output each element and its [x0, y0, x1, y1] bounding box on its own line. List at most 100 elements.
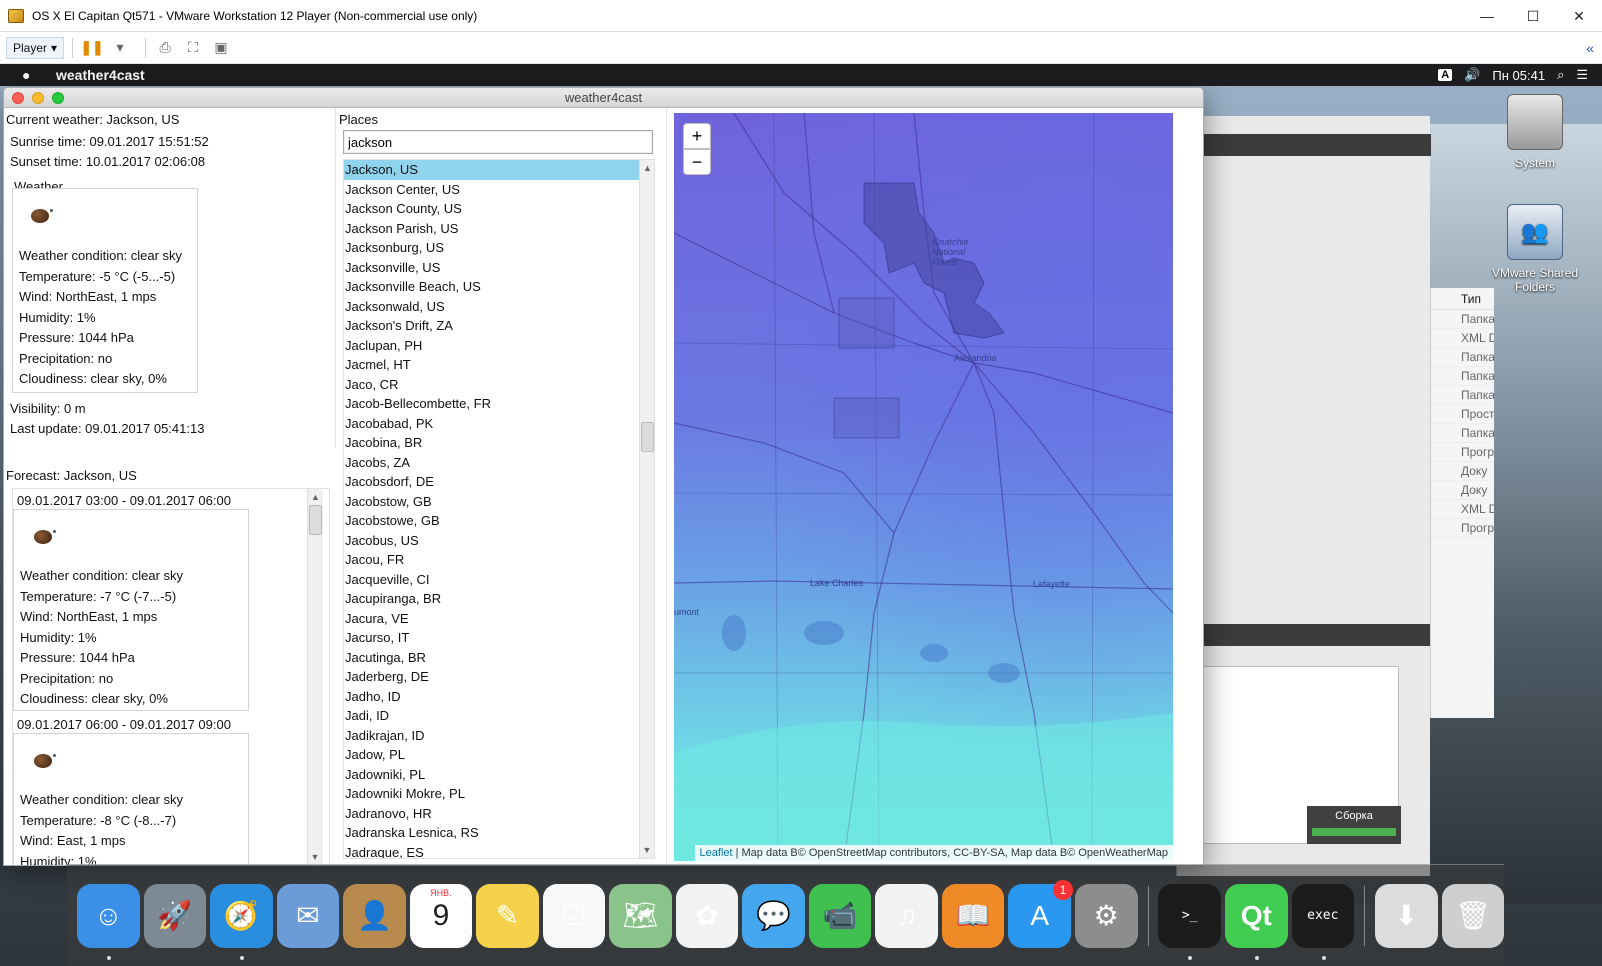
place-list-item[interactable]: Jacksonburg, US — [344, 238, 654, 258]
place-list-item[interactable]: Jacutinga, BR — [344, 648, 654, 668]
place-list-item[interactable]: Jackson Parish, US — [344, 219, 654, 239]
fullscreen-icon[interactable]: ⛶ — [182, 37, 204, 59]
dock-photos-icon[interactable]: ✿ — [675, 883, 739, 948]
apple-menu-icon[interactable]: ● — [22, 67, 36, 83]
place-list-item[interactable]: Jacob-Bellecombette, FR — [344, 394, 654, 414]
desktop-icon-system[interactable]: System — [1480, 94, 1590, 170]
place-list-item[interactable]: Jacura, VE — [344, 609, 654, 629]
pause-icon[interactable]: ❚❚ — [80, 37, 103, 59]
places-scrollbar[interactable]: ▲ ▼ — [639, 160, 654, 858]
place-list-item[interactable]: Jacobus, US — [344, 531, 654, 551]
volume-icon[interactable]: 🔊 — [1464, 67, 1480, 83]
place-list-item[interactable]: Jackson Center, US — [344, 180, 654, 200]
place-list-item[interactable]: Jackson County, US — [344, 199, 654, 219]
scrollbar-thumb[interactable] — [641, 422, 654, 452]
place-list-item[interactable]: Jacupiranga, BR — [344, 589, 654, 609]
place-list-item[interactable]: Jacobstow, GB — [344, 492, 654, 512]
place-search-input[interactable] — [343, 130, 653, 154]
menu-clock[interactable]: Пн 05:41 — [1492, 68, 1545, 83]
place-list-item[interactable]: Jaclupan, PH — [344, 336, 654, 356]
place-list-item[interactable]: Jadowniki Mokre, PL — [344, 784, 654, 804]
table-row[interactable]: XML D — [1431, 500, 1494, 519]
place-list-item[interactable]: Jaderberg, DE — [344, 667, 654, 687]
place-list-item[interactable]: Jacobina, BR — [344, 433, 654, 453]
table-row[interactable]: Доку — [1431, 462, 1494, 481]
column-header-type[interactable]: Тип — [1431, 288, 1494, 310]
scroll-down-icon[interactable]: ▼ — [308, 849, 322, 865]
table-row[interactable]: Папка — [1431, 348, 1494, 367]
place-list-item[interactable]: Jackson's Drift, ZA — [344, 316, 654, 336]
place-list-item[interactable]: Jacksonville Beach, US — [344, 277, 654, 297]
dock-ibooks-icon[interactable]: 📖 — [941, 883, 1005, 948]
place-list-item[interactable]: Jadranovo, HR — [344, 804, 654, 824]
dock-calendar-icon[interactable]: 9 ЯНВ. — [409, 883, 473, 948]
input-source-icon[interactable]: A — [1438, 69, 1453, 81]
place-list-item[interactable]: Jacurso, IT — [344, 628, 654, 648]
table-row[interactable]: Прост — [1431, 405, 1494, 424]
dock-messages-icon[interactable]: 💬 — [742, 883, 805, 948]
dock-launchpad-icon[interactable]: 🚀 — [143, 883, 207, 948]
place-list-item[interactable]: Jacobs, ZA — [344, 453, 654, 473]
dock-itunes-icon[interactable]: ♫ — [875, 883, 938, 948]
collapse-toolbar-icon[interactable]: « — [1586, 40, 1594, 56]
place-list-item[interactable]: Jackson, US — [344, 160, 654, 180]
place-list-item[interactable]: Jadowniki, PL — [344, 765, 654, 785]
dock-app-store-icon[interactable]: A1 — [1008, 879, 1073, 948]
place-list-item[interactable]: Jacobabad, PK — [344, 414, 654, 434]
background-file-window[interactable]: Тип Папка XML D Папка Папка Папка Прост … — [1430, 288, 1494, 718]
table-row[interactable]: Доку — [1431, 481, 1494, 500]
close-button[interactable]: ✕ — [1556, 0, 1602, 32]
table-row[interactable]: Папка — [1431, 386, 1494, 405]
place-list-item[interactable]: Jacksonville, US — [344, 258, 654, 278]
minimize-button[interactable]: — — [1464, 0, 1510, 32]
scroll-up-icon[interactable]: ▲ — [640, 160, 654, 176]
zoom-in-button[interactable]: + — [683, 123, 711, 149]
place-list-item[interactable]: Jadow, PL — [344, 745, 654, 765]
table-row[interactable]: XML D — [1431, 329, 1494, 348]
place-list-item[interactable]: Jadho, ID — [344, 687, 654, 707]
place-list-item[interactable]: Jadranska Lesnica, RS — [344, 823, 654, 843]
forecast-list[interactable]: 09.01.2017 03:00 - 09.01.2017 06:00 Weat… — [12, 488, 330, 865]
place-list-item[interactable]: Jadraque, ES — [344, 843, 654, 859]
dock-trash-icon[interactable]: 🗑 — [1441, 883, 1505, 948]
dock-safari-icon[interactable]: 🧭 — [210, 883, 273, 960]
table-row[interactable]: Прогр — [1431, 443, 1494, 462]
zoom-out-button[interactable]: − — [683, 149, 711, 175]
zoom-window-button[interactable] — [52, 92, 64, 104]
dock-maps-icon[interactable]: 🗺 — [609, 883, 672, 948]
menu-app-name[interactable]: weather4cast — [56, 67, 145, 83]
place-list-item[interactable]: Jacmel, HT — [344, 355, 654, 375]
table-row[interactable]: Папка — [1431, 310, 1494, 329]
pause-menu-chevron-icon[interactable]: ▾ — [109, 37, 131, 59]
dock-mail-icon[interactable]: ✉ — [276, 883, 340, 948]
dock-downloads-icon[interactable]: ⬇ — [1375, 883, 1438, 948]
send-ctrl-alt-del-icon[interactable]: ⎙ — [154, 37, 176, 59]
dock-contacts-icon[interactable]: 👤 — [343, 883, 406, 948]
dock-finder-icon[interactable]: ☺ — [77, 883, 140, 960]
place-list-item[interactable]: Jacobsdorf, DE — [344, 472, 654, 492]
dock-notes-icon[interactable]: ✎ — [476, 883, 539, 948]
scroll-down-icon[interactable]: ▼ — [640, 842, 654, 858]
table-row[interactable]: Папка — [1431, 367, 1494, 386]
place-list-item[interactable]: Jacou, FR — [344, 550, 654, 570]
player-menu-button[interactable]: Player ▾ — [6, 36, 65, 59]
dock-system-preferences-icon[interactable]: ⚙ — [1074, 883, 1138, 948]
table-row[interactable]: Прогр — [1431, 519, 1494, 538]
place-list-item[interactable]: Jadi, ID — [344, 706, 654, 726]
dock-exec-icon[interactable]: exec — [1291, 883, 1355, 960]
place-list-item[interactable]: Jacksonwald, US — [344, 297, 654, 317]
scroll-up-icon[interactable]: ▲ — [308, 489, 323, 505]
unity-icon[interactable]: ▣ — [210, 37, 232, 59]
dock-facetime-icon[interactable]: 📹 — [808, 883, 872, 948]
place-list-item[interactable]: Jacobstowe, GB — [344, 511, 654, 531]
notification-center-icon[interactable]: ☰ — [1576, 67, 1588, 83]
place-list-item[interactable]: Jacqueville, CI — [344, 570, 654, 590]
desktop-icon-vmware-shared-folders[interactable]: 👥 VMware Shared Folders — [1480, 204, 1590, 294]
place-list-item[interactable]: Jaco, CR — [344, 375, 654, 395]
maximize-button[interactable]: ☐ — [1510, 0, 1556, 32]
dock-qt-creator-icon[interactable]: Qt — [1225, 883, 1288, 960]
spotlight-search-icon[interactable]: ⌕ — [1557, 67, 1564, 83]
dock-reminders-icon[interactable]: ☑ — [542, 883, 606, 948]
places-list[interactable]: Jackson, US Jackson Center, US Jackson Cou… — [343, 159, 655, 859]
leaflet-link[interactable]: Leaflet — [700, 847, 733, 859]
